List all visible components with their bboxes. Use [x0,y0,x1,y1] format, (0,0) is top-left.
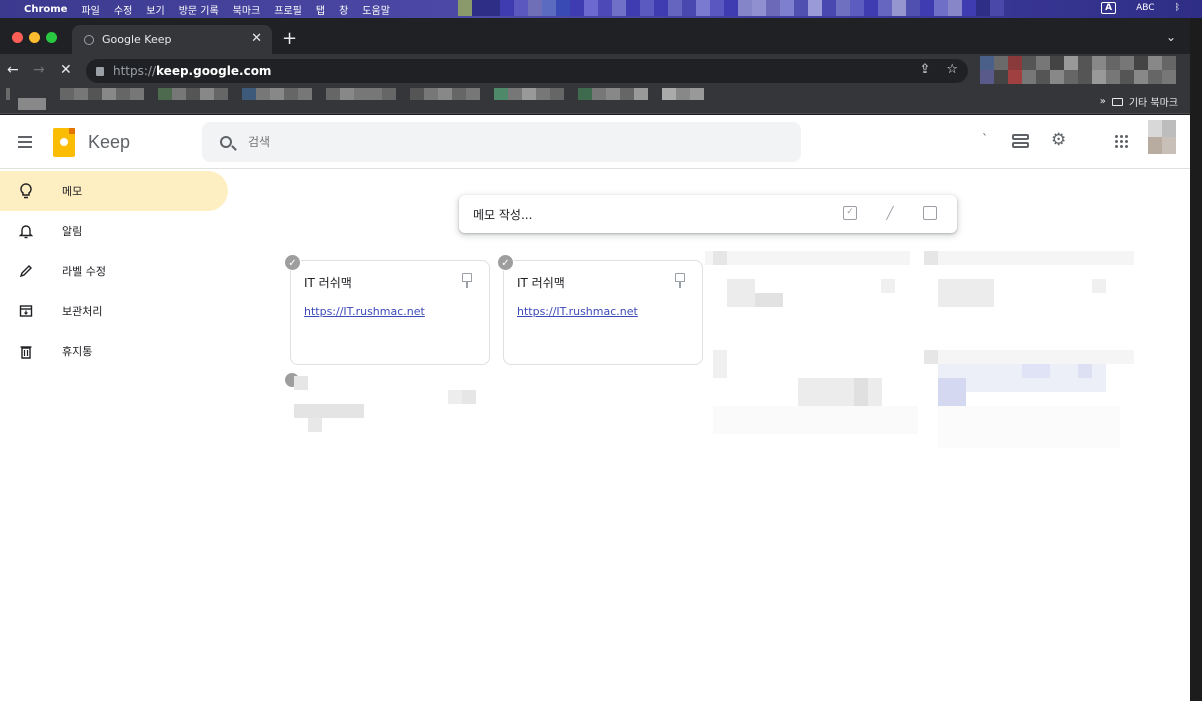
url-scheme: https:// [113,64,157,78]
redacted-note-card[interactable] [924,350,1134,460]
other-bookmarks[interactable]: » 기타 북마크 [1100,94,1178,109]
close-tab-icon[interactable]: ✕ [251,31,262,46]
keep-page: Keep ` ⚙ 메모 알림 라벨 수정 [0,115,1190,701]
browser-toolbar: ← → ✕ https://keep.google.com ⇪ ☆ [0,54,1190,88]
bluetooth-icon[interactable]: ᛒ [1175,3,1180,13]
window-close-button[interactable] [12,32,23,43]
menubar-status-icons-pixelated [458,0,1004,16]
app-title[interactable]: Keep [88,132,130,153]
tab-title: Google Keep [102,33,172,46]
menu-profile[interactable]: 프로필 [274,2,302,17]
new-image-icon[interactable] [923,206,937,220]
search-input[interactable] [248,135,748,149]
back-arrow-icon[interactable]: ← [7,62,19,78]
redacted-note-card[interactable] [705,251,910,343]
menu-bookmarks[interactable]: 북마크 [233,2,261,17]
browser-tab-bar: Google Keep ✕ + ⌄ [0,18,1190,54]
forward-arrow-icon[interactable]: → [33,62,45,78]
list-view-icon[interactable] [1012,134,1029,150]
menu-window[interactable]: 창 [339,2,348,17]
note-title: IT 러쉬맥 [517,276,565,290]
keep-sidebar: 메모 알림 라벨 수정 보관처리 휴지통 [0,171,240,371]
note-card[interactable]: ✓ IT 러쉬맥 https://IT.rushmac.net [497,254,703,365]
share-icon[interactable]: ⇪ [919,62,930,77]
sidebar-item-reminders[interactable]: 알림 [0,211,240,251]
pin-icon[interactable] [462,273,472,288]
redacted-note-card[interactable] [285,371,491,473]
search-icon[interactable] [220,136,232,148]
lock-icon[interactable] [96,66,104,76]
window-zoom-button[interactable] [46,32,57,43]
window-minimize-button[interactable] [29,32,40,43]
more-bookmarks-chevron-icon[interactable]: » [1100,96,1106,107]
note-title: IT 러쉬맥 [304,276,352,290]
take-note-bar[interactable]: 메모 작성... ✓ ╱ [459,195,957,233]
sidebar-item-label: 라벨 수정 [62,265,106,278]
note-link[interactable]: https://IT.rushmac.net [517,305,638,318]
sidebar-item-notes[interactable]: 메모 [0,171,228,211]
sidebar-item-label: 보관처리 [62,305,103,318]
note-card[interactable]: ✓ IT 러쉬맥 https://IT.rushmac.net [284,254,490,365]
bookmark-star-icon[interactable]: ☆ [946,62,958,77]
search-bar[interactable] [202,122,801,162]
lightbulb-icon [18,183,34,199]
keep-logo-icon[interactable] [53,128,75,157]
sidebar-item-trash[interactable]: 휴지통 [0,331,240,371]
trash-icon [18,343,34,359]
url-host: keep.google.com [156,64,272,78]
main-menu-icon[interactable] [18,136,32,148]
input-mode-indicator[interactable]: A [1101,2,1117,14]
note-link[interactable]: https://IT.rushmac.net [304,305,425,318]
select-note-check-icon[interactable]: ✓ [284,254,301,271]
sidebar-item-label: 알림 [62,225,83,238]
google-apps-icon[interactable] [1115,135,1129,149]
refresh-loading-icon[interactable]: ` [982,132,988,146]
folder-icon [1111,97,1123,106]
archive-icon [18,303,34,319]
account-avatar[interactable] [1148,120,1176,154]
settings-gear-icon[interactable]: ⚙ [1051,130,1066,150]
take-note-placeholder: 메모 작성... [473,207,533,222]
extensions-area-pixelated [980,56,1180,84]
bell-icon [18,223,34,239]
bookmarks-bar: » 기타 북마크 [0,88,1190,114]
menu-history[interactable]: 방문 기록 [179,2,219,17]
sidebar-item-edit-labels[interactable]: 라벨 수정 [0,251,240,291]
macos-menu-bar: Chrome 파일 수정 보기 방문 기록 북마크 프로필 탭 창 도움말 A … [0,0,1202,18]
new-drawing-brush-icon[interactable]: ╱ [883,206,897,220]
pin-icon[interactable] [675,273,685,288]
bookmarks-pixelated[interactable] [6,88,704,110]
menu-help[interactable]: 도움말 [362,2,390,17]
browser-tab-active[interactable]: Google Keep ✕ [72,25,272,54]
sidebar-item-archive[interactable]: 보관처리 [0,291,240,331]
menu-view[interactable]: 보기 [146,2,164,17]
redacted-note-card[interactable] [924,251,1134,343]
other-bookmarks-label: 기타 북마크 [1128,98,1178,109]
pencil-icon [18,263,34,279]
loading-favicon-icon [84,34,94,45]
address-bar[interactable]: https://keep.google.com ⇪ ☆ [86,59,968,83]
menu-tab[interactable]: 탭 [316,2,325,17]
input-source-label[interactable]: ABC [1136,3,1154,13]
new-list-checkbox-icon[interactable]: ✓ [843,206,857,220]
new-tab-button[interactable]: + [282,28,297,49]
menu-edit[interactable]: 수정 [114,2,132,17]
desktop-edge [1190,18,1202,701]
menu-file[interactable]: 파일 [81,2,99,17]
tab-search-chevron-icon[interactable]: ⌄ [1166,30,1176,44]
redacted-note-card[interactable] [705,350,918,435]
keep-header: Keep ` ⚙ [0,115,1190,169]
select-note-check-icon[interactable]: ✓ [497,254,514,271]
sidebar-item-label: 메모 [62,185,83,198]
sidebar-item-label: 휴지통 [62,345,93,358]
stop-loading-icon[interactable]: ✕ [60,62,72,78]
menu-app-name[interactable]: Chrome [24,4,67,15]
